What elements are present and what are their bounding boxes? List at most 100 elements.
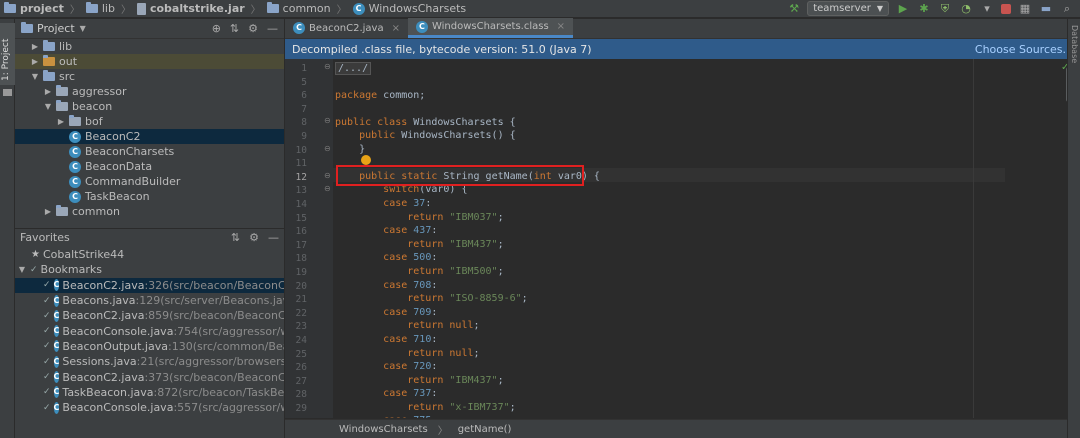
tree-item-label: bof [85,115,103,128]
tree-item-beaconc2[interactable]: C BeaconC2 [15,129,284,144]
close-icon[interactable]: × [392,23,400,34]
class-icon: C [53,371,60,384]
bookmark-item[interactable]: ✓CBeaconOutput.java:130 (src/common/Beac… [15,339,284,354]
gear-icon[interactable]: ⚙ [249,231,259,244]
favorites-item-cobaltstrike44[interactable]: ★ CobaltStrike44 [15,247,284,262]
tree-item-beaconcharsets[interactable]: C BeaconCharsets [15,144,284,159]
tab-windowscharsets-class[interactable]: C WindowsCharsets.class × [407,18,574,38]
line-number: 7 [301,103,307,115]
profile-icon[interactable]: ◔ [959,2,973,16]
code-line-case: case 37: [383,198,432,209]
tree-item-label: lib [59,40,73,53]
bookmark-path: (src/aggressor/browsers/Ses [154,355,285,369]
tree-item-lib[interactable]: ▶ lib [15,39,284,54]
project-structure-icon[interactable]: ▦ [1018,2,1032,16]
breadcrumb-method[interactable]: getName() [458,424,512,435]
breadcrumb-class[interactable]: WindowsCharsets [339,424,428,435]
bookmark-path: (src/beacon/BeaconC2.jav [169,309,285,323]
tree-item-label: beacon [72,100,113,113]
attach-icon[interactable]: ▾ [980,2,994,16]
class-icon: C [293,22,305,34]
locate-icon[interactable]: ⊕ [212,22,221,35]
structure-icon[interactable] [3,89,12,96]
project-tool-tab[interactable]: 1: Project [0,23,15,85]
class-icon: C [53,340,60,353]
bookmarks-group[interactable]: ▼ ✓ Bookmarks [15,262,284,277]
line-number: 26 [295,362,307,374]
tree-item-common[interactable]: ▶ common [15,204,284,219]
gear-icon[interactable]: ⚙ [248,22,258,35]
project-view-selector[interactable]: Project ▼ [21,22,86,35]
bookmark-item[interactable]: ✓CBeaconC2.java:373 (src/beacon/BeaconC2… [15,369,284,384]
tab-beaconc2-java[interactable]: C BeaconC2.java × [285,18,408,38]
code-line-return: return "IBM037"; [407,211,504,223]
run-configuration-dropdown[interactable]: teamserver ▼ [807,1,889,16]
collapse-all-icon[interactable]: ⇅ [231,231,240,244]
bookmark-item[interactable]: ✓ C BeaconConsole.java:754 (src/aggressor/… [15,323,284,338]
bookmark-item[interactable]: ✓CBeaconC2.java:326 (src/beacon/BeaconC2… [15,277,284,293]
search-everywhere-icon[interactable]: ⌕ [1060,2,1074,16]
bookmark-item[interactable]: ✓ C Sessions.java:21 (src/aggressor/browse… [15,354,285,369]
tree-item-commandbuilder[interactable]: C CommandBuilder [15,174,284,189]
lightbulb-icon[interactable] [361,155,371,165]
coverage-icon[interactable]: ⛨ [938,2,952,16]
chevron-down-icon[interactable]: ▼ [30,72,40,81]
chevron-right-icon: 〉 [120,5,131,16]
tree-item-beacondata[interactable]: C BeaconData [15,159,284,174]
choose-sources-link[interactable]: Choose Sources... [975,43,1073,56]
bookmark-line: :21 [136,355,155,369]
tree-item-out[interactable]: ▶ out [15,54,284,69]
folder-icon [4,2,16,13]
line-number: 22 [295,307,307,319]
chevron-right-icon[interactable]: ▶ [43,87,53,96]
class-icon: C [69,160,81,173]
crumb-common[interactable]: common [266,2,331,15]
bookmark-item[interactable]: ✓ C BeaconConsole.java:557 (src/aggressor/… [15,400,284,415]
collapsed-imports[interactable]: /.../ [335,62,372,75]
fold-icon[interactable]: ⊖ [324,171,331,180]
line-number: 12 [295,171,307,183]
line-number: 23 [295,321,307,333]
chevron-right-icon[interactable]: ▶ [30,42,40,51]
check-icon: ✓ [43,341,51,352]
tree-item-aggressor[interactable]: ▶ aggressor [15,84,284,99]
run-icon[interactable]: ▶ [896,2,910,16]
fold-icon[interactable]: ⊖ [324,184,331,193]
chevron-down-icon[interactable]: ▼ [43,102,53,111]
crumb-jar[interactable]: cobaltstrike.jar [136,2,245,15]
check-icon: ✓ [43,295,51,306]
hide-icon[interactable]: — [268,231,279,244]
folder-icon [43,40,55,51]
fold-icon[interactable]: ⊖ [324,116,331,125]
fold-icon[interactable]: ⊖ [324,144,331,153]
database-tool-tab[interactable]: Database [1070,25,1079,63]
build-hammer-icon[interactable]: ⚒ [787,2,801,16]
tree-item-beacon[interactable]: ▼ beacon [15,99,284,114]
bookmark-file: BeaconOutput.java [62,339,168,353]
bookmark-item[interactable]: ✓ C Beacons.java:129 (src/server/Beacons.j… [15,293,284,308]
bookmark-item[interactable]: ✓ C TaskBeacon.java:872 (src/beacon/TaskBe… [15,385,284,400]
debug-icon[interactable]: ✱ [917,2,931,16]
tree-item-taskbeacon[interactable]: C TaskBeacon [15,189,284,204]
jar-icon [136,2,146,15]
crumb-lib[interactable]: lib [85,2,115,15]
tree-item-bof[interactable]: ▶ bof [15,114,284,129]
sdk-icon[interactable]: ▬ [1039,2,1053,16]
hide-icon[interactable]: — [267,22,278,35]
chevron-right-icon[interactable]: ▶ [30,57,40,66]
stop-icon[interactable] [1001,3,1011,14]
package-icon [56,100,68,111]
bookmark-item[interactable]: ✓CBeaconC2.java:859 (src/beacon/BeaconC2… [15,308,285,323]
line-number: 15 [295,212,307,224]
code-editor[interactable]: 1 5 6 7 8 9 10 11 12 13 14 15 16 17 18 19 20 21 22 23 24 25 26… [285,59,1080,418]
crumb-project[interactable]: project [4,2,64,15]
fold-icon[interactable]: ⊖ [324,62,331,71]
line-number: 25 [295,348,307,360]
collapse-all-icon[interactable]: ⇅ [230,22,239,35]
crumb-windowscharsets[interactable]: C WindowsCharsets [352,2,466,15]
close-icon[interactable]: × [557,21,565,32]
chevron-right-icon[interactable]: ▶ [56,117,66,126]
chevron-right-icon[interactable]: ▶ [43,207,53,216]
line-number: 24 [295,335,307,346]
tree-item-src[interactable]: ▼ src [15,69,284,84]
